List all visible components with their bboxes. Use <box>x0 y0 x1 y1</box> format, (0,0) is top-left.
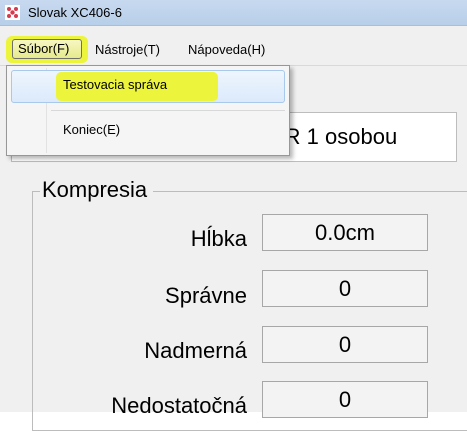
correct-label: Správne <box>165 283 247 308</box>
menu-file-label: Súbor(F) <box>18 41 70 56</box>
menu-bar: Súbor(F) Nástroje(T) Nápoveda(H) <box>0 26 467 66</box>
menu-help[interactable]: Nápoveda(H) <box>188 39 265 61</box>
window-title: Slovak XC406-6 <box>28 5 122 20</box>
correct-value: 0 <box>262 270 428 307</box>
menu-item-exit[interactable]: Koniec(E) <box>63 122 120 137</box>
file-menu-dropdown: Testovacia správa Koniec(E) <box>6 65 290 156</box>
menu-tools[interactable]: Nástroje(T) <box>95 39 160 61</box>
menu-divider <box>51 110 285 111</box>
depth-label: Hĺbka <box>190 226 247 251</box>
excessive-value: 0 <box>262 326 428 363</box>
insufficient-value: 0 <box>262 381 428 418</box>
app-icon <box>5 5 20 20</box>
excessive-label: Nadmerná <box>144 338 247 363</box>
menu-item-test-report-label: Testovacia správa <box>63 77 168 92</box>
menu-file[interactable]: Súbor(F) <box>6 36 88 63</box>
depth-value: 0.0cm <box>262 214 428 251</box>
compression-title: Kompresia <box>40 177 154 203</box>
insufficient-label: Nedostatočná <box>111 393 247 418</box>
title-bar: Slovak XC406-6 <box>0 0 467 26</box>
